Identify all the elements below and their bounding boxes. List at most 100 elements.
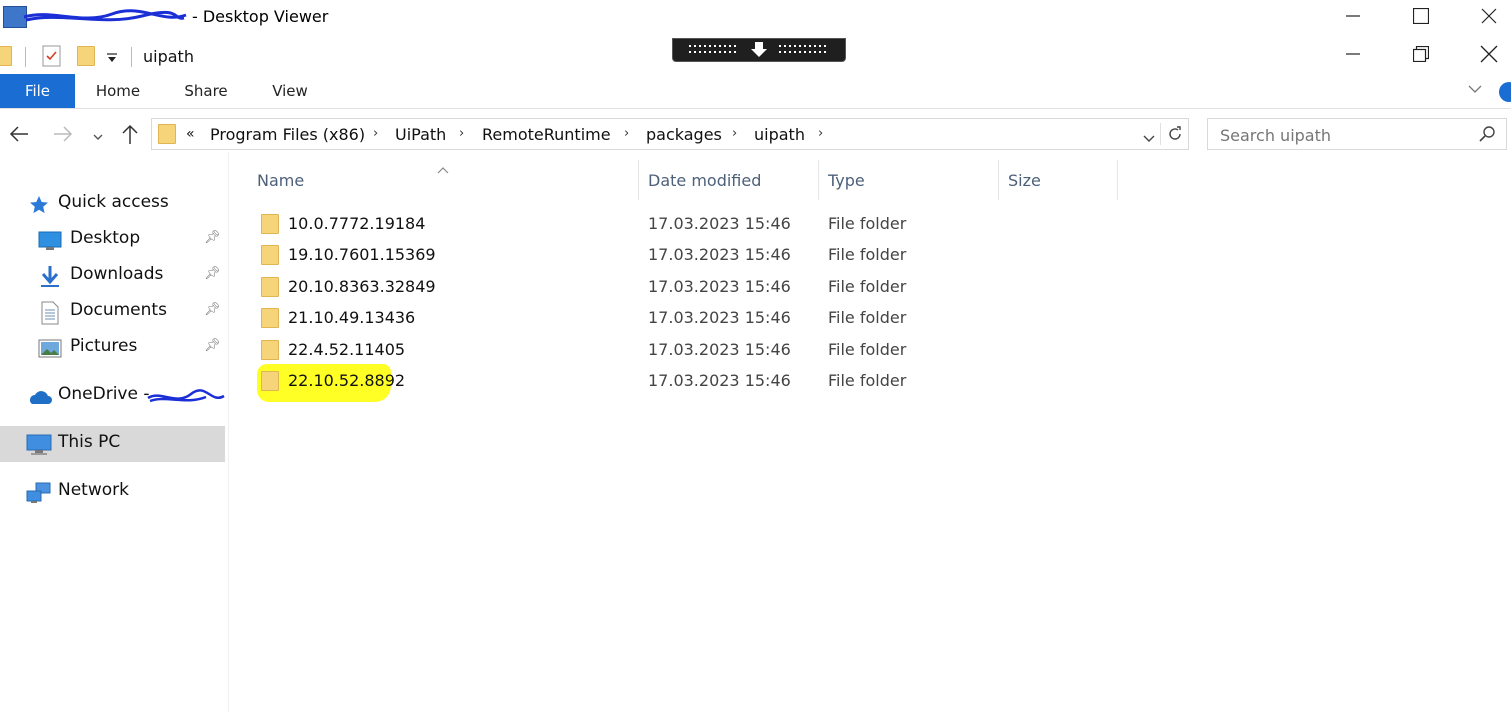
file-row[interactable]: 10.0.7772.19184 17.03.2023 15:46 File fo… bbox=[256, 209, 1136, 240]
folder-icon bbox=[261, 214, 279, 234]
folder-icon bbox=[261, 277, 279, 297]
breadcrumb-uipath[interactable]: UiPath bbox=[395, 125, 446, 144]
forward-arrow-icon bbox=[54, 126, 73, 142]
column-header-date-modified[interactable]: Date modified bbox=[648, 171, 761, 190]
tab-share[interactable]: Share bbox=[174, 74, 238, 108]
tab-home[interactable]: Home bbox=[85, 74, 151, 108]
breadcrumb-separator[interactable]: › bbox=[459, 126, 464, 141]
file-type: File folder bbox=[828, 214, 907, 233]
nav-item-label: OneDrive - bbox=[58, 384, 150, 404]
file-row[interactable]: 22.10.52.8892 17.03.2023 15:46 File fold… bbox=[256, 366, 1136, 397]
column-divider[interactable] bbox=[1117, 160, 1118, 200]
star-icon bbox=[30, 196, 48, 214]
file-name: 10.0.7772.19184 bbox=[288, 214, 426, 233]
breadcrumb-separator[interactable]: › bbox=[373, 126, 378, 141]
breadcrumb-separator[interactable]: › bbox=[624, 126, 629, 141]
viewer-maximize-button[interactable] bbox=[1398, 0, 1444, 32]
folder-icon bbox=[261, 371, 279, 391]
file-row[interactable]: 22.4.52.11405 17.03.2023 15:46 File fold… bbox=[256, 335, 1136, 366]
search-input[interactable] bbox=[1218, 124, 1472, 146]
address-history-button[interactable] bbox=[1142, 129, 1156, 148]
help-icon[interactable] bbox=[1499, 82, 1511, 102]
properties-button[interactable] bbox=[42, 45, 62, 71]
viewer-minimize-button[interactable] bbox=[1330, 0, 1376, 32]
file-row[interactable]: 19.10.7601.15369 17.03.2023 15:46 File f… bbox=[256, 240, 1136, 271]
breadcrumb-packages[interactable]: packages bbox=[646, 125, 722, 144]
chevron-down-icon bbox=[1468, 85, 1482, 93]
file-type: File folder bbox=[828, 245, 907, 264]
maximize-icon bbox=[1413, 8, 1429, 24]
file-row[interactable]: 21.10.49.13436 17.03.2023 15:46 File fol… bbox=[256, 303, 1136, 334]
nav-item-label: Quick access bbox=[58, 192, 169, 212]
folder-icon bbox=[0, 46, 12, 66]
dropdown-icon bbox=[107, 53, 117, 62]
file-name: 21.10.49.13436 bbox=[288, 308, 416, 327]
picture-icon bbox=[38, 339, 62, 358]
breadcrumb-separator[interactable]: › bbox=[818, 126, 823, 141]
address-overflow[interactable]: « bbox=[186, 126, 195, 142]
file-date: 17.03.2023 15:46 bbox=[648, 245, 791, 264]
properties-icon bbox=[42, 45, 61, 67]
nav-item-label: Desktop bbox=[70, 228, 141, 248]
pin-icon[interactable]: 📌︎ bbox=[204, 266, 221, 281]
ribbon-tabs: File Home Share View bbox=[0, 74, 1511, 109]
explorer-minimize-button[interactable] bbox=[1330, 38, 1376, 70]
up-button[interactable] bbox=[120, 123, 140, 149]
refresh-icon bbox=[1169, 126, 1181, 140]
recent-locations-button[interactable] bbox=[92, 128, 104, 147]
pin-icon[interactable]: 📌︎ bbox=[204, 230, 221, 245]
ribbon-expand-button[interactable] bbox=[1467, 81, 1483, 100]
breadcrumb-separator[interactable]: › bbox=[732, 126, 737, 141]
explorer-window-title: uipath bbox=[143, 47, 194, 66]
sort-ascending-icon bbox=[437, 159, 449, 178]
pin-icon[interactable]: 📌︎ bbox=[204, 302, 221, 317]
search-box[interactable] bbox=[1207, 118, 1507, 150]
folder-icon bbox=[261, 308, 279, 328]
address-bar[interactable]: « Program Files (x86) › UiPath › RemoteR… bbox=[151, 118, 1189, 150]
column-header-size[interactable]: Size bbox=[1008, 171, 1041, 190]
refresh-button[interactable] bbox=[1166, 125, 1184, 147]
viewer-titlebar: - Desktop Viewer bbox=[0, 0, 1511, 36]
back-button[interactable] bbox=[8, 124, 30, 148]
file-type: File folder bbox=[828, 371, 907, 390]
remote-connection-bar[interactable] bbox=[672, 38, 846, 62]
explorer-close-button[interactable] bbox=[1466, 38, 1511, 70]
breadcrumb-remoteruntime[interactable]: RemoteRuntime bbox=[482, 125, 611, 144]
folder-icon bbox=[77, 46, 95, 66]
document-icon bbox=[41, 301, 59, 325]
column-header-name[interactable]: Name bbox=[257, 171, 304, 190]
viewer-title: - Desktop Viewer bbox=[192, 7, 329, 26]
connection-bar-handle-icon bbox=[689, 42, 826, 57]
file-date: 17.03.2023 15:46 bbox=[648, 371, 791, 390]
restore-icon bbox=[1413, 46, 1429, 62]
search-icon[interactable] bbox=[1478, 125, 1496, 147]
column-divider[interactable] bbox=[818, 160, 819, 200]
file-row[interactable]: 20.10.8363.32849 17.03.2023 15:46 File f… bbox=[256, 272, 1136, 303]
file-name: 19.10.7601.15369 bbox=[288, 245, 436, 264]
explorer-restore-button[interactable] bbox=[1398, 38, 1444, 70]
column-divider[interactable] bbox=[998, 160, 999, 200]
qat-folder-icon[interactable] bbox=[0, 46, 12, 66]
folder-icon bbox=[158, 124, 176, 144]
viewer-close-button[interactable] bbox=[1466, 0, 1511, 32]
computer-icon bbox=[26, 434, 52, 455]
minimize-icon bbox=[1346, 53, 1360, 55]
file-type: File folder bbox=[828, 340, 907, 359]
column-header-type[interactable]: Type bbox=[828, 171, 865, 190]
pane-divider[interactable] bbox=[228, 152, 229, 712]
qat-customize-button[interactable] bbox=[106, 50, 118, 69]
network-icon bbox=[26, 482, 51, 503]
new-folder-button[interactable] bbox=[77, 46, 95, 66]
breadcrumb-program-files[interactable]: Program Files (x86) bbox=[210, 125, 365, 144]
minimize-icon bbox=[1346, 15, 1360, 17]
tab-view[interactable]: View bbox=[260, 74, 320, 108]
cloud-icon bbox=[30, 391, 52, 404]
column-divider[interactable] bbox=[638, 160, 639, 200]
file-date: 17.03.2023 15:46 bbox=[648, 308, 791, 327]
pin-icon[interactable]: 📌︎ bbox=[204, 338, 221, 353]
tab-file[interactable]: File bbox=[0, 74, 75, 108]
file-date: 17.03.2023 15:46 bbox=[648, 277, 791, 296]
nav-item-label: Downloads bbox=[70, 264, 164, 284]
forward-button[interactable] bbox=[52, 124, 74, 148]
breadcrumb-uipath-current[interactable]: uipath bbox=[754, 125, 805, 144]
